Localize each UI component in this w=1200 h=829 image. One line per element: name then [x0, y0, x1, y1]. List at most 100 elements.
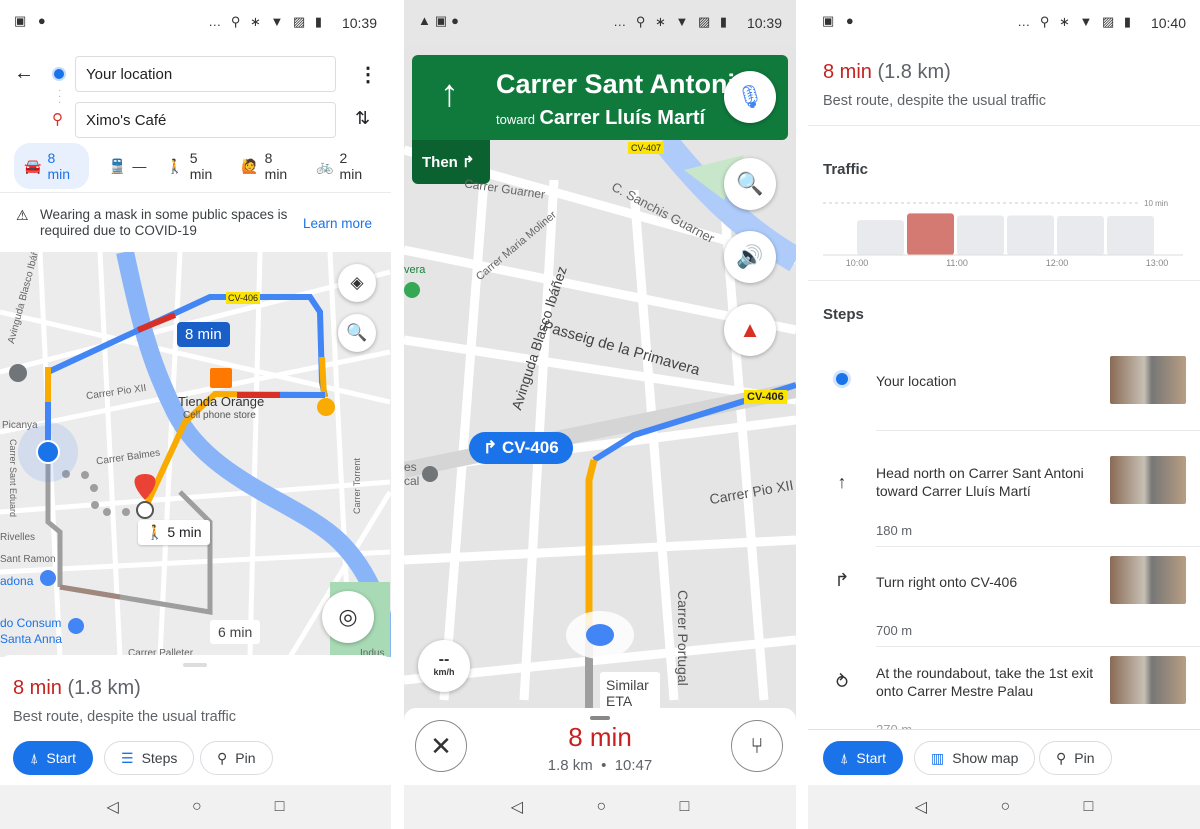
list-icon: ☰: [121, 749, 134, 766]
eta: 8 min: [823, 61, 872, 83]
mode-ride-hail[interactable]: 🙋 8 min: [241, 150, 296, 182]
roundabout-icon: ⥁: [835, 672, 849, 692]
street-view-thumbnail[interactable]: [1110, 356, 1186, 404]
map[interactable]: CV-406 8 min Tienda Orange Cell phone st…: [0, 252, 391, 657]
tick-label: 11:00: [946, 258, 968, 268]
location-dot-icon: [832, 369, 852, 390]
poi-type: Cell phone store: [183, 410, 256, 421]
home-icon[interactable]: ○: [192, 798, 202, 816]
step-item[interactable]: ↱ Turn right onto CV-406: [808, 556, 1200, 616]
notification-icons: ▲▣●: [418, 13, 464, 28]
origin-dot-icon: [54, 69, 64, 79]
android-nav-bar: ◁ ○ □: [808, 785, 1200, 829]
pin-button[interactable]: ⚲ Pin: [1039, 741, 1112, 775]
recents-icon[interactable]: □: [680, 798, 690, 816]
back-icon[interactable]: ◁: [915, 797, 927, 817]
street-view-thumbnail[interactable]: [1110, 456, 1186, 504]
steps-title: Steps: [823, 306, 864, 323]
speaker-icon: 🔊: [736, 244, 764, 269]
layers-button[interactable]: ◈: [338, 264, 376, 302]
route-time-badge[interactable]: 8 min: [177, 322, 230, 347]
sound-button[interactable]: 🔊: [724, 231, 776, 283]
poi-name[interactable]: Tienda Orange: [178, 394, 264, 409]
street-view-thumbnail[interactable]: [1110, 556, 1186, 604]
trip-sheet[interactable]: ✕ 8 min 1.8 km • 10:47 ⑂: [404, 708, 796, 786]
street-view-thumbnail[interactable]: [1110, 656, 1186, 704]
street-label: Sant Ramon: [0, 554, 56, 565]
street-label: Carrer Portugal: [675, 590, 691, 686]
warning-icon: ⚠: [16, 207, 29, 223]
navigation-icon: ⍋: [840, 749, 849, 766]
traffic-bar: [1107, 216, 1154, 255]
mode-cycling[interactable]: 🚲 2 min: [316, 150, 371, 182]
place-label: vera: [404, 264, 426, 276]
place-label: Santa Anna: [0, 632, 63, 646]
alt-route-badge[interactable]: 6 min: [210, 620, 261, 644]
arrow-up-icon: ↑: [440, 73, 459, 115]
drag-handle[interactable]: [183, 663, 207, 667]
street-label: Rivelles: [0, 532, 36, 543]
my-location-button[interactable]: ◎: [322, 591, 374, 643]
step-distance: 180 m: [876, 523, 913, 538]
compass-icon: ▲: [739, 317, 761, 342]
route-details-screen: ▣ ● … ⚲ ∗ ▼ ▨ ▮ 10:40 8 min (1.8 km) Bes…: [808, 0, 1200, 829]
ride-hail-icon: 🙋: [241, 157, 259, 174]
mode-transit[interactable]: 🚆 —: [109, 158, 146, 175]
step-item[interactable]: Your location: [808, 356, 1200, 416]
step-distance: 700 m: [876, 623, 913, 638]
step-distance: 270 m: [876, 722, 912, 729]
more-options-icon[interactable]: ⋮: [358, 62, 378, 87]
back-icon[interactable]: ◁: [107, 797, 119, 817]
turn-right-icon: ↱: [462, 154, 475, 171]
steps-button[interactable]: ☰ Steps: [104, 741, 195, 775]
destination-input[interactable]: Ximo's Café: [75, 102, 336, 138]
tick-label: 10:00: [846, 258, 869, 268]
step-item[interactable]: ⥁ At the roundabout, take the 1st exit o…: [808, 656, 1200, 716]
street-label: Carrer Torrent: [352, 458, 362, 514]
recents-icon[interactable]: □: [275, 798, 285, 816]
car-icon: 🚘: [24, 157, 42, 174]
start-button[interactable]: ⍋ Start: [13, 741, 93, 775]
traffic-chart: 10 min 10:00 11:00 12:00 13:00: [823, 199, 1183, 268]
system-icons: … ⚲ ∗ ▼ ▨ ▮: [1017, 14, 1134, 29]
system-icons: … ⚲ ∗ ▼ ▨ ▮: [208, 14, 325, 29]
home-icon[interactable]: ○: [1000, 798, 1010, 816]
origin-input[interactable]: Your location: [75, 56, 336, 92]
walk-time-badge[interactable]: 🚶 5 min: [138, 520, 210, 545]
swap-icon[interactable]: ⇅: [355, 108, 370, 129]
place-label: do Consum: [0, 616, 62, 630]
home-icon[interactable]: ○: [596, 798, 606, 816]
step-item[interactable]: ↑ Head north on Carrer Sant Antoni towar…: [808, 456, 1200, 516]
search-button[interactable]: 🔍: [338, 314, 376, 352]
reference-line-label: 10 min: [1144, 199, 1168, 208]
voice-button[interactable]: 🎙: [724, 71, 776, 123]
mode-driving[interactable]: 🚘 8 min: [14, 143, 89, 189]
traffic-bar: [1057, 216, 1104, 255]
compass-button[interactable]: ▲: [724, 304, 776, 356]
traffic-bar: [907, 213, 954, 255]
bike-icon: 🚲: [316, 157, 334, 174]
pin-button[interactable]: ⚲ Pin: [200, 741, 273, 775]
recents-icon[interactable]: □: [1084, 798, 1094, 816]
place-label: adona: [0, 574, 34, 588]
start-button[interactable]: ⍋ Start: [823, 741, 903, 775]
back-icon[interactable]: ◁: [511, 797, 523, 817]
travel-modes: 🚘 8 min 🚆 — 🚶 5 min 🙋 8 min 🚲 2 min: [14, 143, 391, 189]
alternate-routes-button[interactable]: ⑂: [731, 720, 783, 772]
drag-handle[interactable]: [590, 716, 610, 720]
road-shield: CV-406: [744, 390, 787, 404]
back-arrow-icon[interactable]: ←: [14, 62, 34, 85]
maneuver-banner[interactable]: ↑ Carrer Sant Antoni toward Carrer Lluís…: [412, 55, 788, 140]
show-map-button[interactable]: ▥ Show map: [914, 741, 1036, 775]
layers-icon: ◈: [350, 273, 364, 292]
search-button[interactable]: 🔍: [724, 158, 776, 210]
destination-pin-icon: ⚲: [52, 111, 63, 128]
learn-more-link[interactable]: Learn more: [303, 216, 372, 231]
turn-badge: ↱ CV-406: [469, 432, 573, 464]
fork-icon: ⑂: [750, 733, 764, 758]
mode-walking[interactable]: 🚶 5 min: [166, 150, 221, 182]
traffic-bar: [857, 220, 904, 255]
covid-notice: Wearing a mask in some public spaces is …: [40, 207, 288, 238]
toward-street: Carrer Lluís Martí: [539, 107, 706, 129]
search-icon: 🔍: [736, 171, 764, 196]
